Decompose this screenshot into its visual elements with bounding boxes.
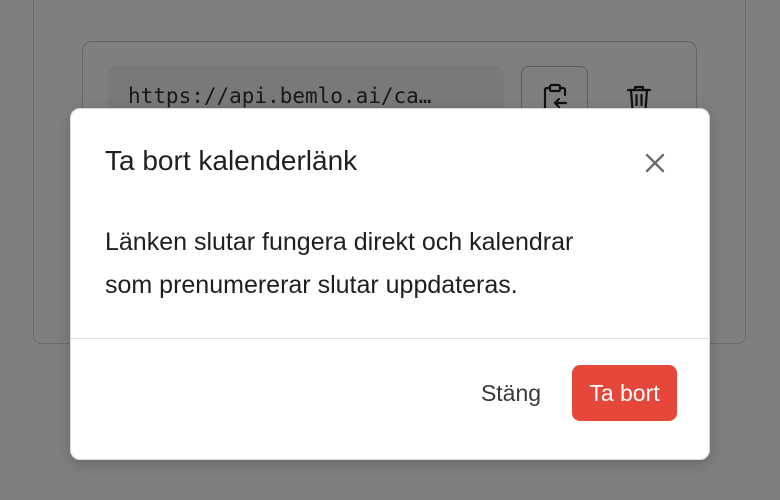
cancel-button[interactable]: Stäng bbox=[469, 365, 553, 421]
dialog-divider bbox=[71, 338, 709, 339]
dialog-title: Ta bort kalenderlänk bbox=[105, 145, 358, 176]
dialog-message-line-1: Länken slutar fungera direkt och kalendr… bbox=[105, 228, 574, 256]
delete-calendar-link-dialog: Ta bort kalenderlänk Länken slutar funge… bbox=[70, 108, 710, 460]
close-icon bbox=[645, 153, 665, 173]
dialog-message: Länken slutar fungera direkt och kalendr… bbox=[105, 221, 665, 307]
confirm-delete-button[interactable]: Ta bort bbox=[572, 365, 677, 421]
dialog-message-line-2: som prenumererar slutar uppdateras. bbox=[105, 271, 518, 299]
dialog-close-button[interactable] bbox=[637, 145, 673, 181]
